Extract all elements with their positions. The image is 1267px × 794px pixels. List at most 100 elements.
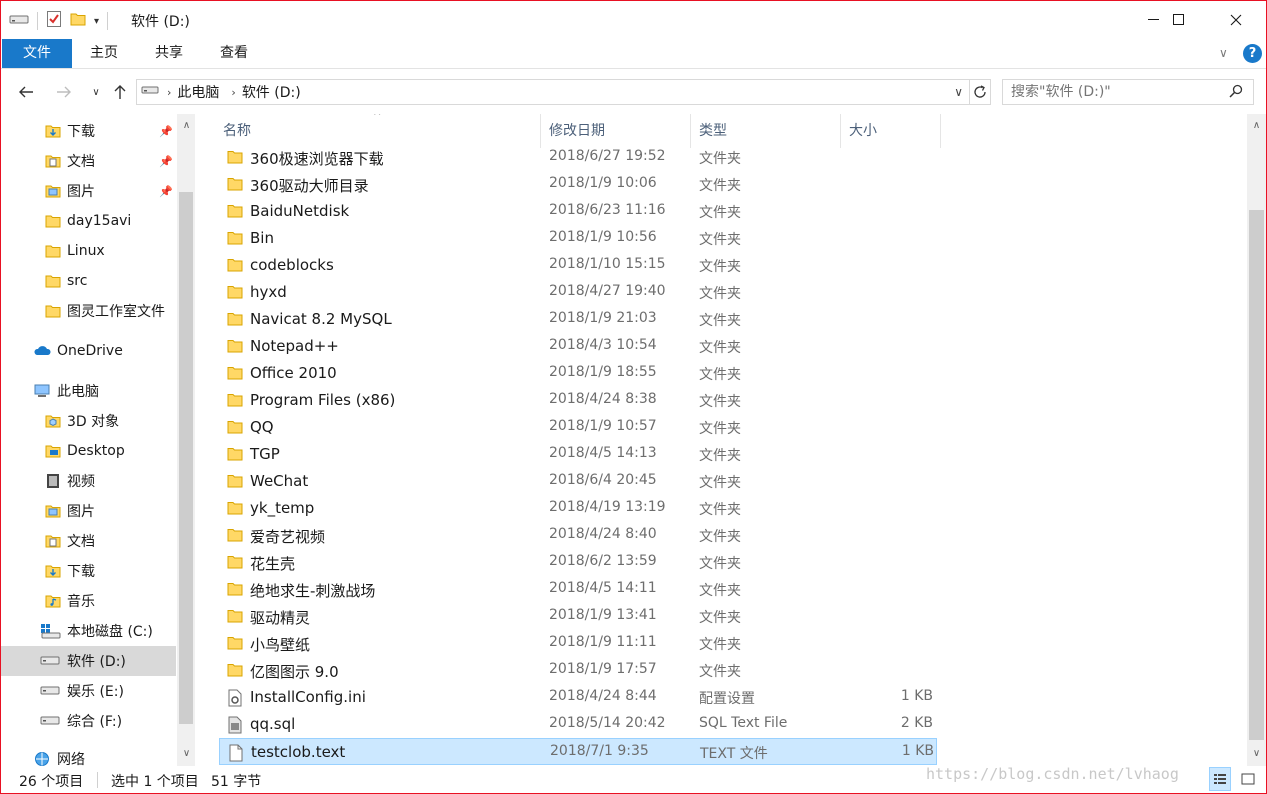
sidebar-item-onedrive[interactable]: OneDrive bbox=[1, 336, 176, 366]
sidebar-item-drive-e[interactable]: 娱乐 (E:) bbox=[1, 676, 176, 706]
file-row[interactable]: yk_temp 2018/4/19 13:19 文件夹 bbox=[219, 495, 937, 522]
pin-icon[interactable]: 📌 bbox=[159, 155, 173, 168]
file-row[interactable]: 360极速浏览器下载 2018/6/27 19:52 文件夹 bbox=[219, 144, 937, 171]
sidebar-item-drive-f[interactable]: 综合 (F:) bbox=[1, 706, 176, 736]
column-header-type[interactable]: 类型 bbox=[691, 114, 841, 148]
file-row[interactable]: hyxd 2018/4/27 19:40 文件夹 bbox=[219, 279, 937, 306]
tab-file[interactable]: 文件 bbox=[2, 39, 72, 68]
file-row[interactable]: InstallConfig.ini 2018/4/24 8:44 配置设置 1 KB bbox=[219, 684, 937, 711]
sidebar-item-label: 本地磁盘 (C:) bbox=[67, 624, 153, 640]
sidebar-item-documents-pc[interactable]: 文档 bbox=[1, 526, 176, 556]
sidebar-item-3d-objects[interactable]: 3D 对象 bbox=[1, 406, 176, 436]
sidebar-item-drive-d[interactable]: 软件 (D:) bbox=[1, 646, 176, 676]
file-type: 文件夹 bbox=[699, 475, 741, 491]
new-folder-icon[interactable] bbox=[70, 11, 86, 31]
file-row[interactable]: 绝地求生-刺激战场 2018/4/5 14:11 文件夹 bbox=[219, 576, 937, 603]
file-row[interactable]: Office 2010 2018/1/9 18:55 文件夹 bbox=[219, 360, 937, 387]
scroll-up-icon[interactable]: ∧ bbox=[177, 116, 196, 134]
customize-qat-icon[interactable]: ▾ bbox=[94, 16, 99, 27]
details-view-icon bbox=[1214, 774, 1226, 784]
file-row[interactable]: TGP 2018/4/5 14:13 文件夹 bbox=[219, 441, 937, 468]
file-list-scrollbar[interactable]: ∧ ∨ bbox=[1247, 114, 1266, 766]
sidebar-scrollbar[interactable]: ∧ ∨ bbox=[177, 114, 195, 766]
help-icon[interactable]: ? bbox=[1243, 44, 1262, 63]
recent-locations-button[interactable]: ∨ bbox=[85, 81, 107, 103]
scroll-down-icon[interactable]: ∨ bbox=[1247, 744, 1266, 762]
file-row[interactable]: 爱奇艺视频 2018/4/24 8:40 文件夹 bbox=[219, 522, 937, 549]
pin-icon[interactable]: 📌 bbox=[159, 185, 173, 198]
breadcrumb-this-pc[interactable]: 此电脑 bbox=[177, 82, 219, 102]
folder-icon bbox=[227, 203, 243, 219]
scrollbar-thumb[interactable] bbox=[179, 192, 193, 724]
file-name: TGP bbox=[250, 445, 280, 463]
file-row[interactable]: 小鸟壁纸 2018/1/9 11:11 文件夹 bbox=[219, 630, 937, 657]
file-row[interactable]: Notepad++ 2018/4/3 10:54 文件夹 bbox=[219, 333, 937, 360]
up-button[interactable] bbox=[109, 81, 131, 103]
file-row[interactable]: 驱动精灵 2018/1/9 13:41 文件夹 bbox=[219, 603, 937, 630]
file-row[interactable]: Bin 2018/1/9 10:56 文件夹 bbox=[219, 225, 937, 252]
sidebar-item-day15avi[interactable]: day15avi bbox=[1, 206, 176, 236]
sidebar-item-network[interactable]: 网络 bbox=[1, 744, 176, 766]
sidebar-item-drive-c[interactable]: 本地磁盘 (C:) bbox=[1, 616, 176, 646]
sidebar-item-desktop[interactable]: Desktop bbox=[1, 436, 176, 466]
refresh-button[interactable] bbox=[969, 79, 991, 105]
column-header-date[interactable]: 修改日期 bbox=[541, 114, 691, 148]
column-header-name[interactable]: 名称 bbox=[215, 114, 541, 148]
file-row[interactable]: BaiduNetdisk 2018/6/23 11:16 文件夹 bbox=[219, 198, 937, 225]
file-type: 文件夹 bbox=[699, 178, 741, 194]
folder-icon bbox=[227, 608, 243, 624]
tab-home[interactable]: 主页 bbox=[81, 39, 127, 68]
sidebar-item-music[interactable]: 音乐 bbox=[1, 586, 176, 616]
back-button[interactable] bbox=[15, 81, 37, 103]
chevron-right-icon[interactable]: › bbox=[231, 86, 235, 99]
expand-ribbon-icon[interactable]: ∨ bbox=[1219, 46, 1228, 60]
column-header-size[interactable]: 大小 bbox=[841, 114, 941, 148]
pin-icon[interactable]: 📌 bbox=[159, 125, 173, 138]
scroll-down-icon[interactable]: ∨ bbox=[177, 744, 196, 762]
file-row[interactable]: WeChat 2018/6/4 20:45 文件夹 bbox=[219, 468, 937, 495]
tab-view[interactable]: 查看 bbox=[211, 39, 257, 68]
breadcrumb-drive-d[interactable]: 软件 (D:) bbox=[242, 82, 301, 102]
folder-icon bbox=[227, 473, 243, 489]
sidebar-item-downloads-pc[interactable]: 下载 bbox=[1, 556, 176, 586]
sidebar-item-linux[interactable]: Linux bbox=[1, 236, 176, 266]
scroll-up-icon[interactable]: ∧ bbox=[1247, 116, 1266, 134]
search-box[interactable] bbox=[1002, 79, 1254, 105]
sidebar-item-src[interactable]: src bbox=[1, 266, 176, 296]
file-row[interactable]: Navicat 8.2 MySQL 2018/1/9 21:03 文件夹 bbox=[219, 306, 937, 333]
scrollbar-thumb[interactable] bbox=[1249, 210, 1264, 740]
sidebar-item-downloads[interactable]: 下载 📌 bbox=[1, 116, 176, 146]
address-dropdown-icon[interactable]: ∨ bbox=[954, 85, 963, 99]
file-row[interactable]: qq.sql 2018/5/14 20:42 SQL Text File 2 KB bbox=[219, 711, 937, 738]
close-button[interactable] bbox=[1213, 1, 1259, 39]
folder-icon bbox=[227, 446, 243, 462]
tab-share[interactable]: 共享 bbox=[146, 39, 192, 68]
sidebar-item-pictures[interactable]: 图片 📌 bbox=[1, 176, 176, 206]
search-input[interactable] bbox=[1011, 84, 1221, 100]
file-row[interactable]: testclob.text 2018/7/1 9:35 TEXT 文件 1 KB bbox=[219, 738, 937, 765]
drive-icon bbox=[9, 12, 29, 30]
maximize-button[interactable] bbox=[1156, 1, 1202, 39]
search-icon[interactable] bbox=[1229, 84, 1243, 102]
chevron-right-icon[interactable]: › bbox=[167, 86, 171, 99]
address-bar[interactable]: › 此电脑 › 软件 (D:) ∨ bbox=[136, 79, 970, 105]
sql-file-icon bbox=[227, 716, 243, 734]
details-view-button[interactable] bbox=[1209, 767, 1231, 791]
file-row[interactable]: QQ 2018/1/9 10:57 文件夹 bbox=[219, 414, 937, 441]
file-row[interactable]: Program Files (x86) 2018/4/24 8:38 文件夹 bbox=[219, 387, 937, 414]
sidebar-item-pictures-pc[interactable]: 图片 bbox=[1, 496, 176, 526]
file-row[interactable]: 花生壳 2018/6/2 13:59 文件夹 bbox=[219, 549, 937, 576]
sidebar-item-documents[interactable]: 文档 📌 bbox=[1, 146, 176, 176]
large-icons-view-button[interactable] bbox=[1237, 767, 1259, 791]
file-row[interactable]: 亿图图示 9.0 2018/1/9 17:57 文件夹 bbox=[219, 657, 937, 684]
sidebar-item-label: 图灵工作室文件 bbox=[67, 304, 165, 320]
sidebar-item-videos[interactable]: 视频 bbox=[1, 466, 176, 496]
file-type: 文件夹 bbox=[699, 664, 741, 680]
file-row[interactable]: 360驱动大师目录 2018/1/9 10:06 文件夹 bbox=[219, 171, 937, 198]
forward-button[interactable] bbox=[53, 81, 75, 103]
sidebar-item-turing-studio[interactable]: 图灵工作室文件 bbox=[1, 296, 176, 326]
sidebar-item-this-pc[interactable]: 此电脑 bbox=[1, 376, 176, 406]
videos-folder-icon bbox=[45, 473, 61, 489]
properties-icon[interactable] bbox=[46, 10, 62, 32]
file-row[interactable]: codeblocks 2018/1/10 15:15 文件夹 bbox=[219, 252, 937, 279]
